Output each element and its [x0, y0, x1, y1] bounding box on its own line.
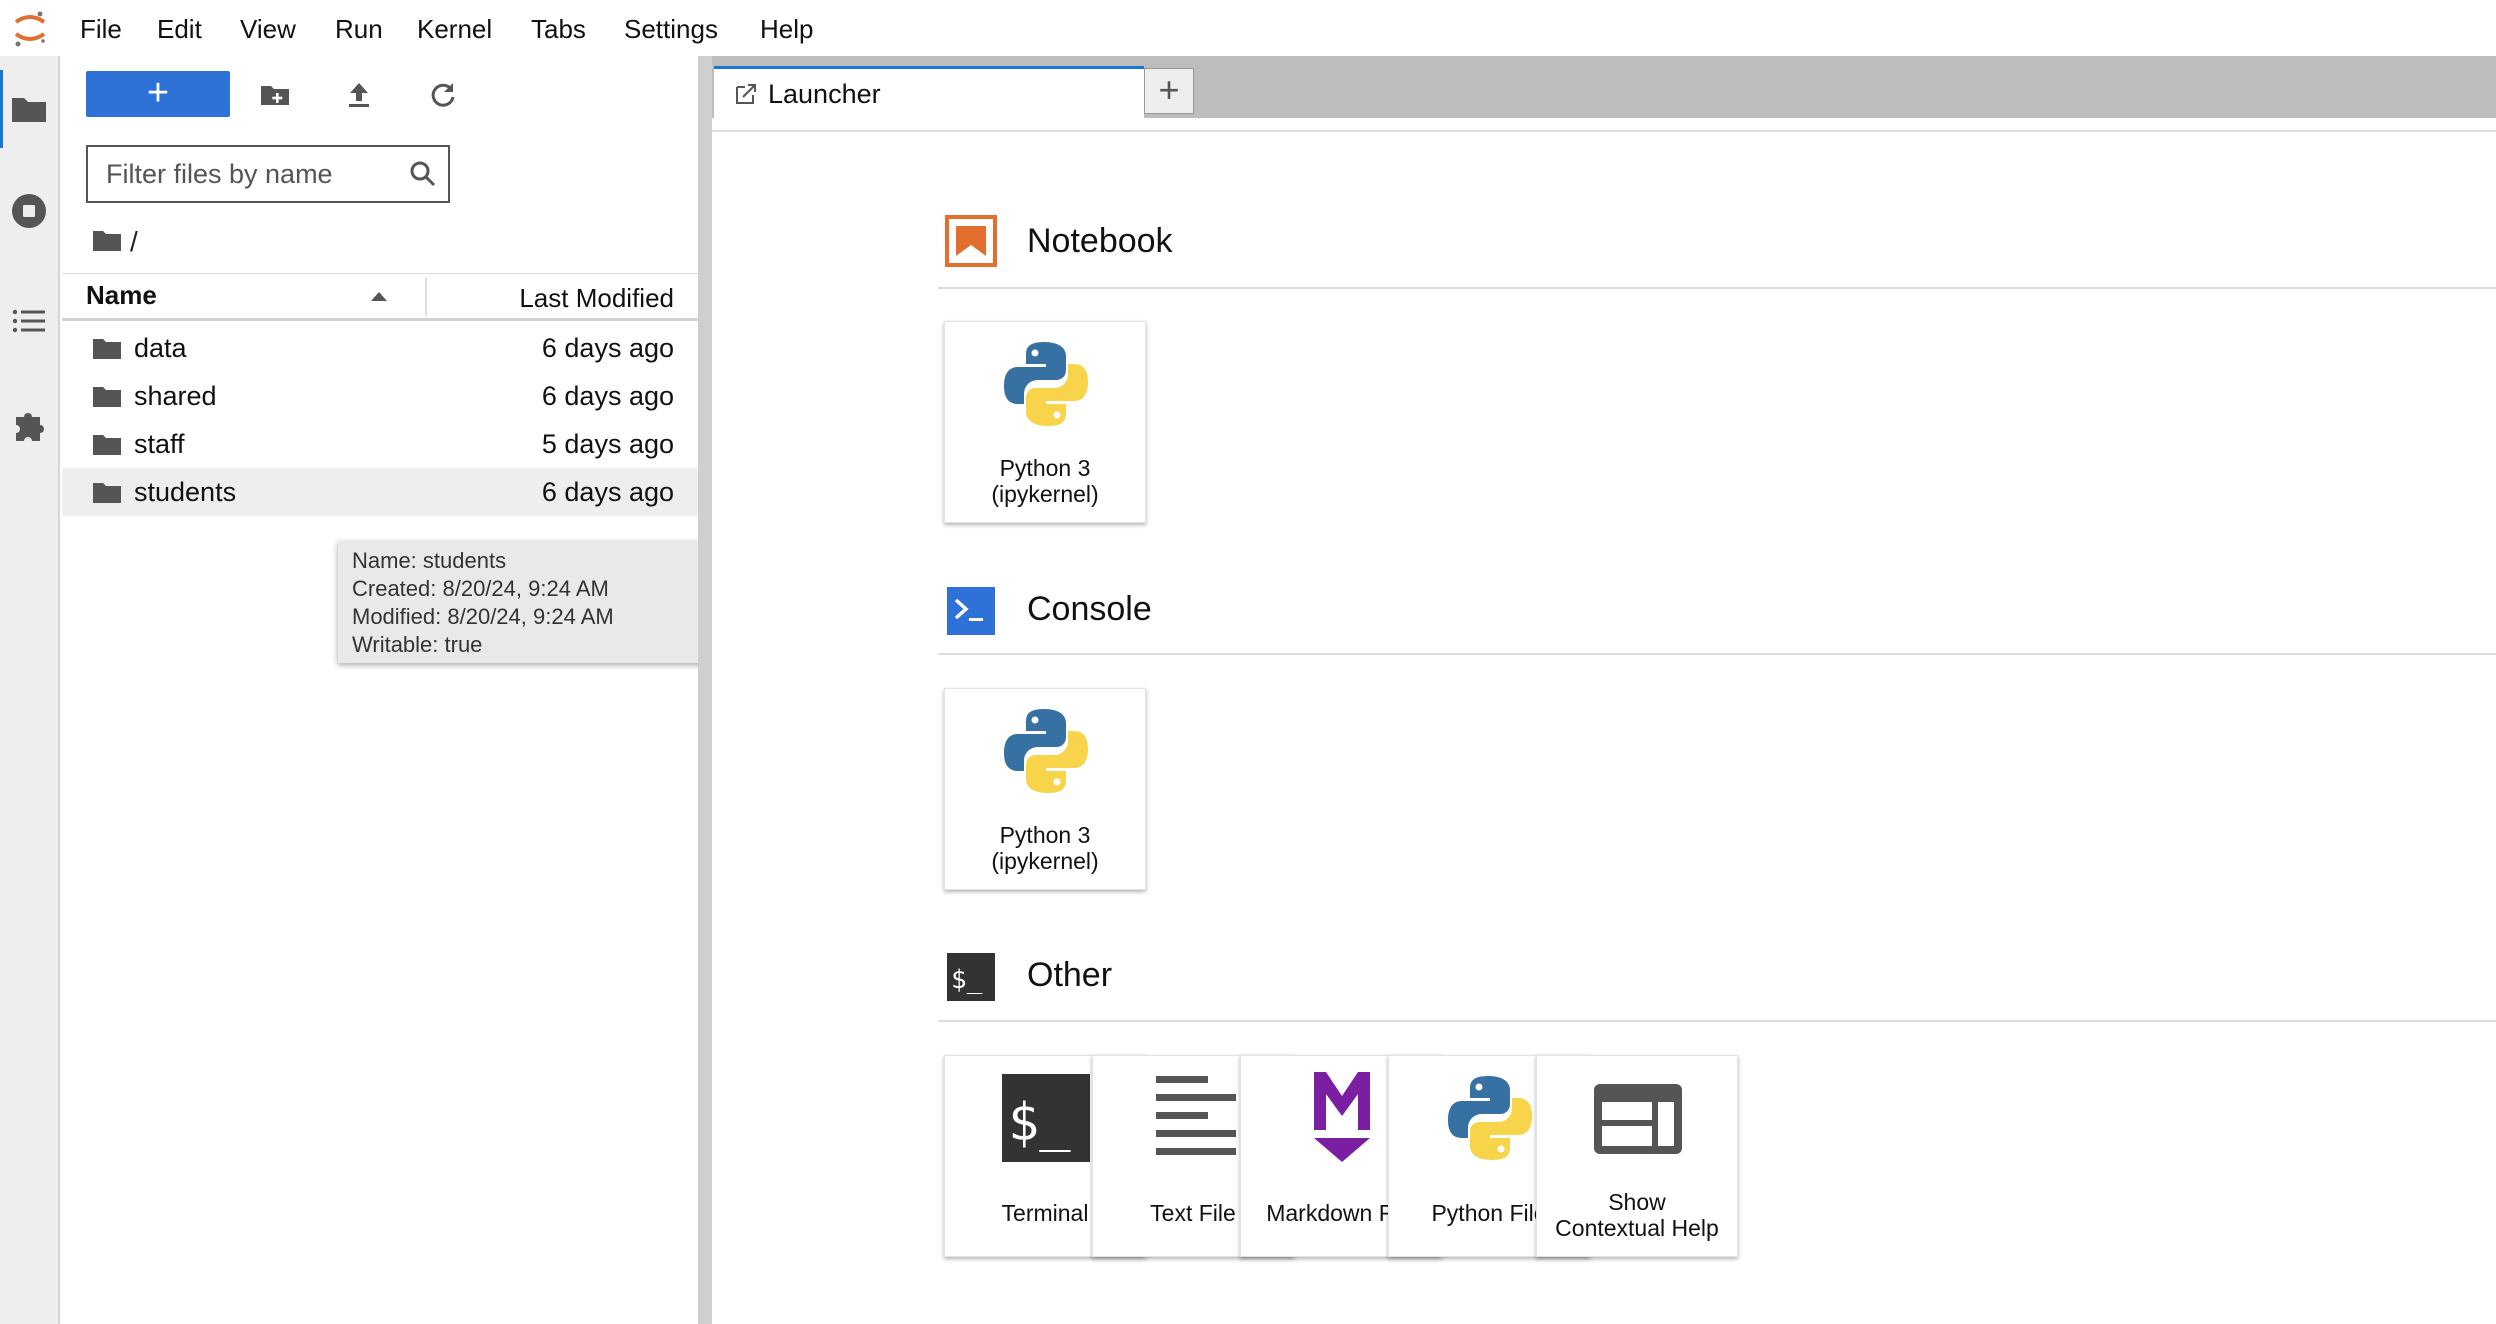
launcher-card-contextual-help[interactable]: Show Contextual Help: [1536, 1055, 1738, 1257]
file-name: students: [134, 477, 237, 507]
extension-puzzle-icon[interactable]: [8, 405, 50, 447]
contextual-help-icon: [1594, 1084, 1682, 1154]
card-label-line1: Python 3: [999, 455, 1091, 481]
notebook-icon: [945, 215, 997, 267]
tooltip-modified: Modified: 8/20/24, 9:24 AM: [352, 604, 614, 629]
file-modified: 6 days ago: [541, 381, 674, 411]
new-folder-icon[interactable]: [258, 78, 292, 112]
terminal-glyph: $_: [1008, 1093, 1071, 1153]
menu-bar: File Edit View Run Kernel Tabs Settings …: [0, 0, 2496, 56]
folder-icon: [93, 435, 121, 455]
file-modified: 6 days ago: [541, 477, 674, 507]
tab-launcher[interactable]: Launcher: [714, 66, 1144, 120]
python-logo-icon: [1004, 342, 1088, 426]
launcher-icon: [736, 84, 756, 104]
new-tab-label: +: [1158, 69, 1180, 110]
refresh-icon[interactable]: [426, 78, 460, 112]
menu-run[interactable]: Run: [335, 14, 383, 45]
file-row-shared[interactable]: shared 6 days ago: [62, 372, 698, 420]
python-logo-icon: [1448, 1076, 1532, 1160]
column-header-name[interactable]: Name: [86, 280, 157, 311]
menu-help[interactable]: Help: [760, 14, 813, 45]
card-label: Python 3 (ipykernel): [945, 822, 1145, 874]
tooltip-writable: Writable: true: [352, 632, 483, 657]
markdown-icon: [1314, 1072, 1370, 1162]
new-tab-button[interactable]: +: [1144, 68, 1194, 114]
search-icon: [410, 161, 436, 187]
python-logo-icon: [1004, 709, 1088, 793]
menu-view[interactable]: View: [240, 14, 296, 45]
file-name: staff: [134, 429, 185, 459]
folder-icon: [93, 387, 121, 407]
menu-file[interactable]: File: [80, 14, 122, 45]
launcher-card-python3-notebook[interactable]: Python 3 (ipykernel): [944, 321, 1146, 523]
filter-files-field[interactable]: [86, 145, 450, 203]
file-name: data: [134, 333, 187, 363]
folder-icon[interactable]: [8, 88, 50, 130]
jupyter-logo-icon: [14, 11, 46, 47]
folder-icon: [93, 339, 121, 359]
new-launcher-label: +: [146, 72, 170, 114]
folder-icon: [93, 483, 121, 503]
card-label-line2: (ipykernel): [991, 848, 1099, 874]
new-launcher-button[interactable]: +: [86, 71, 230, 117]
card-label: Show Contextual Help: [1537, 1189, 1737, 1241]
card-label-line1: Show: [1608, 1189, 1666, 1215]
card-label-line2: Contextual Help: [1555, 1215, 1719, 1241]
breadcrumb-root[interactable]: /: [130, 226, 138, 258]
card-label-line1: Python 3: [999, 822, 1091, 848]
file-name: shared: [134, 381, 217, 411]
table-of-contents-icon[interactable]: [8, 300, 50, 342]
menu-settings[interactable]: Settings: [624, 14, 718, 45]
home-folder-icon[interactable]: [92, 228, 122, 254]
section-title-console: Console: [1027, 590, 1152, 628]
file-modified: 6 days ago: [541, 333, 674, 363]
file-tooltip: Name: students Created: 8/20/24, 9:24 AM…: [338, 541, 716, 663]
tab-bar: Launcher +: [712, 56, 2496, 120]
activity-bar: [0, 56, 60, 1324]
file-row-students[interactable]: students 6 days ago: [62, 468, 698, 516]
sort-ascending-icon: [371, 292, 387, 301]
tab-label: Launcher: [768, 79, 881, 109]
running-stop-icon[interactable]: [8, 190, 50, 232]
terminal-icon: $_: [1002, 1074, 1090, 1162]
panel-splitter[interactable]: [698, 56, 712, 1324]
other-terminal-icon: $_: [947, 953, 995, 1001]
file-row-data[interactable]: data 6 days ago: [62, 324, 698, 372]
svg-text:$_: $_: [951, 965, 983, 995]
file-modified: 5 days ago: [541, 429, 674, 459]
section-title-other: Other: [1027, 956, 1113, 994]
card-label: Python 3 (ipykernel): [945, 455, 1145, 507]
file-browser-panel: + / Name Last Modified data: [62, 56, 716, 1324]
section-divider: [938, 287, 2496, 289]
menu-edit[interactable]: Edit: [157, 14, 202, 45]
divider: [712, 130, 2496, 132]
menu-tabs[interactable]: Tabs: [531, 14, 586, 45]
section-divider: [938, 1020, 2496, 1022]
tooltip-name: Name: students: [352, 548, 507, 573]
text-file-icon: [1156, 1076, 1236, 1155]
launcher-card-python3-console[interactable]: Python 3 (ipykernel): [944, 688, 1146, 890]
upload-icon[interactable]: [342, 78, 376, 112]
active-indicator: [0, 70, 3, 148]
file-row-staff[interactable]: staff 5 days ago: [62, 420, 698, 468]
tooltip-created: Created: 8/20/24, 9:24 AM: [352, 576, 609, 601]
card-label-line2: (ipykernel): [991, 481, 1099, 507]
section-title-notebook: Notebook: [1027, 222, 1173, 260]
filter-files-input[interactable]: [104, 155, 388, 193]
column-header-last-modified[interactable]: Last Modified: [519, 283, 674, 314]
file-list-header: Name Last Modified: [62, 273, 698, 321]
column-divider[interactable]: [425, 278, 427, 316]
menu-kernel[interactable]: Kernel: [417, 14, 492, 45]
console-icon: [947, 587, 995, 635]
section-divider: [938, 653, 2496, 655]
main-area: Launcher + Notebook Python 3 (ipykernel)…: [712, 56, 2496, 1324]
